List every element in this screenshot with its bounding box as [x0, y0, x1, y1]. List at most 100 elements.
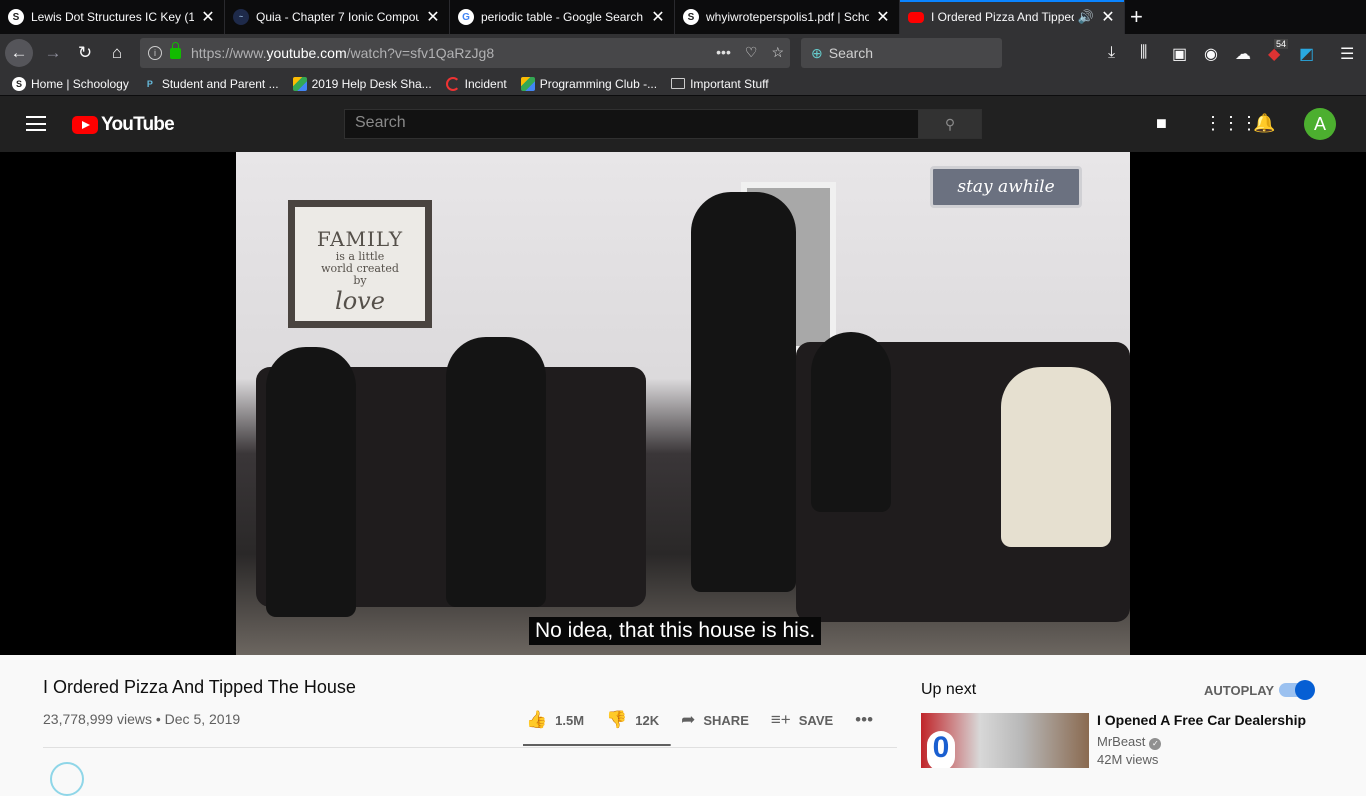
browser-tab[interactable]: S whyiwroteperspolis1.pdf | Scho ✕ [675, 0, 900, 34]
avatar[interactable]: A [1304, 108, 1336, 140]
parent-portal-icon: P [142, 76, 157, 91]
extension-icon[interactable]: ☁ [1235, 44, 1251, 64]
badge-count: 54 [1274, 39, 1289, 49]
new-tab-icon[interactable]: + [1130, 4, 1143, 30]
youtube-search-button[interactable]: ⚲ [918, 109, 982, 139]
bookmarks-bar: S Home | Schoology P Student and Parent … [0, 72, 1366, 96]
close-icon[interactable]: ✕ [650, 7, 666, 27]
thumbs-down-icon: 👎 [606, 710, 628, 729]
sidebar-icon[interactable]: ▣ [1172, 44, 1187, 64]
bookmark-label: Incident [464, 76, 507, 91]
google-drive-icon [292, 76, 307, 91]
search-placeholder: Search [355, 114, 406, 131]
browser-tab[interactable]: ~ Quia - Chapter 7 Ionic Compou ✕ [225, 0, 450, 34]
bookmark-item[interactable]: Incident [445, 76, 507, 91]
add-playlist-icon: ≡+ [770, 710, 791, 729]
youtube-search-input[interactable]: Search [344, 109, 919, 139]
sentiment-fill [523, 744, 670, 746]
dislike-button[interactable]: 👎 12K [606, 710, 659, 730]
forward-arrow-icon[interactable]: → [39, 39, 67, 67]
schoology-icon: S [8, 9, 24, 25]
reload-icon[interactable]: ↻ [71, 39, 99, 67]
search-placeholder: Search [828, 45, 874, 61]
video-actions: 👍 1.5M 👎 12K ➦ SHARE ≡+ SAVE ••• [526, 710, 895, 730]
download-icon[interactable]: ⤓ [1108, 44, 1115, 62]
bookmark-item[interactable]: S Home | Schoology [12, 76, 129, 91]
extension-chart-icon[interactable]: ◩ [1299, 44, 1314, 64]
logo-text: YouTube [101, 114, 175, 135]
dislike-count: 12K [635, 712, 660, 728]
apps-grid-icon[interactable]: ⋮⋮⋮ [1204, 113, 1258, 134]
pocket-icon[interactable]: ♡ [745, 44, 758, 61]
bookmark-item[interactable]: Important Stuff [671, 77, 769, 91]
bookmark-item[interactable]: Programming Club -... [520, 76, 658, 91]
close-icon[interactable]: ✕ [1100, 7, 1116, 27]
tab-title: periodic table - Google Search [481, 10, 644, 24]
menu-icon[interactable]: ☰ [1340, 44, 1354, 64]
sentiment-bar [523, 744, 671, 746]
close-icon[interactable]: ✕ [425, 7, 441, 27]
account-icon[interactable]: ◉ [1204, 44, 1218, 64]
hamburger-menu-icon[interactable] [26, 116, 46, 131]
up-next-heading: Up next [921, 681, 977, 698]
notifications-bell-icon[interactable]: 🔔 [1253, 113, 1275, 134]
bookmark-item[interactable]: 2019 Help Desk Sha... [292, 76, 432, 91]
toggle-knob [1295, 680, 1315, 700]
next-video-title[interactable]: I Opened A Free Car Dealership [1097, 712, 1306, 728]
frame-line: by [353, 274, 367, 287]
url-text: https://www.youtube.com/watch?v=sfv1QaRz… [191, 45, 495, 61]
frame-line: FAMILY [316, 227, 404, 251]
like-button[interactable]: 👍 1.5M [526, 710, 584, 730]
autoplay-label: AUTOPLAY [1204, 683, 1275, 698]
avatar-letter: A [1313, 113, 1326, 134]
more-dots-icon: ••• [855, 710, 874, 729]
frame-line: love [335, 287, 385, 315]
more-actions-icon[interactable]: ••• [716, 44, 731, 61]
youtube-logo[interactable]: YouTube [72, 114, 175, 136]
next-video-thumbnail[interactable]: 0 [921, 713, 1089, 768]
person [1001, 367, 1111, 547]
channel-avatar[interactable] [50, 762, 84, 796]
star-icon[interactable]: ☆ [771, 44, 784, 61]
wall-frame-sign: FAMILY is a little world created by love [288, 200, 432, 328]
close-icon[interactable]: ✕ [200, 7, 216, 27]
create-video-icon[interactable]: ■ [1156, 113, 1167, 134]
library-icon[interactable]: ⫼ [1140, 44, 1147, 62]
person [446, 337, 546, 607]
share-label: SHARE [703, 712, 749, 728]
subtitle-text: No idea, that this house is his. [535, 619, 816, 642]
navigation-bar: ← → ↻ ⌂ i https://www.youtube.com/watch?… [0, 34, 1366, 72]
tab-title: I Ordered Pizza And Tipped [931, 10, 1074, 24]
close-icon[interactable]: ✕ [875, 7, 891, 27]
folder-icon [671, 78, 686, 89]
person [811, 332, 891, 512]
bookmark-label: Programming Club -... [539, 76, 658, 91]
speaker-icon[interactable]: 🔊 [1078, 9, 1094, 25]
video-meta: 23,778,999 views • Dec 5, 2019 [43, 711, 241, 727]
bookmark-label: 2019 Help Desk Sha... [311, 76, 432, 91]
browser-tab-active[interactable]: I Ordered Pizza And Tipped 🔊 ✕ [900, 0, 1125, 34]
back-arrow-icon[interactable]: ← [5, 39, 33, 67]
google-drive-icon [520, 76, 535, 91]
more-options-button[interactable]: ••• [855, 710, 873, 730]
schoology-icon: S [683, 9, 699, 25]
browser-tab[interactable]: G periodic table - Google Search ✕ [450, 0, 675, 34]
video-frame[interactable]: FAMILY is a little world created by love… [236, 152, 1130, 655]
video-player[interactable]: FAMILY is a little world created by love… [0, 152, 1366, 655]
incident-icon [445, 76, 460, 91]
autoplay-toggle[interactable] [1279, 680, 1315, 700]
person [266, 347, 356, 617]
address-bar[interactable]: i https://www.youtube.com/watch?v=sfv1Qa… [140, 38, 790, 68]
share-button[interactable]: ➦ SHARE [681, 710, 749, 730]
next-video-channel[interactable]: MrBeast ✓ [1097, 734, 1162, 750]
home-icon[interactable]: ⌂ [103, 39, 131, 67]
tab-title: whyiwroteperspolis1.pdf | Scho [706, 10, 869, 24]
video-subtitle: No idea, that this house is his. [529, 617, 822, 645]
browser-tab[interactable]: S Lewis Dot Structures IC Key (1) ✕ [0, 0, 225, 34]
info-icon[interactable]: i [148, 46, 162, 60]
bookmark-label: Student and Parent ... [161, 76, 279, 91]
browser-search-box[interactable]: ⊕ Search [801, 38, 1002, 68]
save-button[interactable]: ≡+ SAVE [771, 710, 833, 730]
bookmark-item[interactable]: P Student and Parent ... [142, 76, 279, 91]
bookmark-label: Home | Schoology [31, 76, 129, 91]
